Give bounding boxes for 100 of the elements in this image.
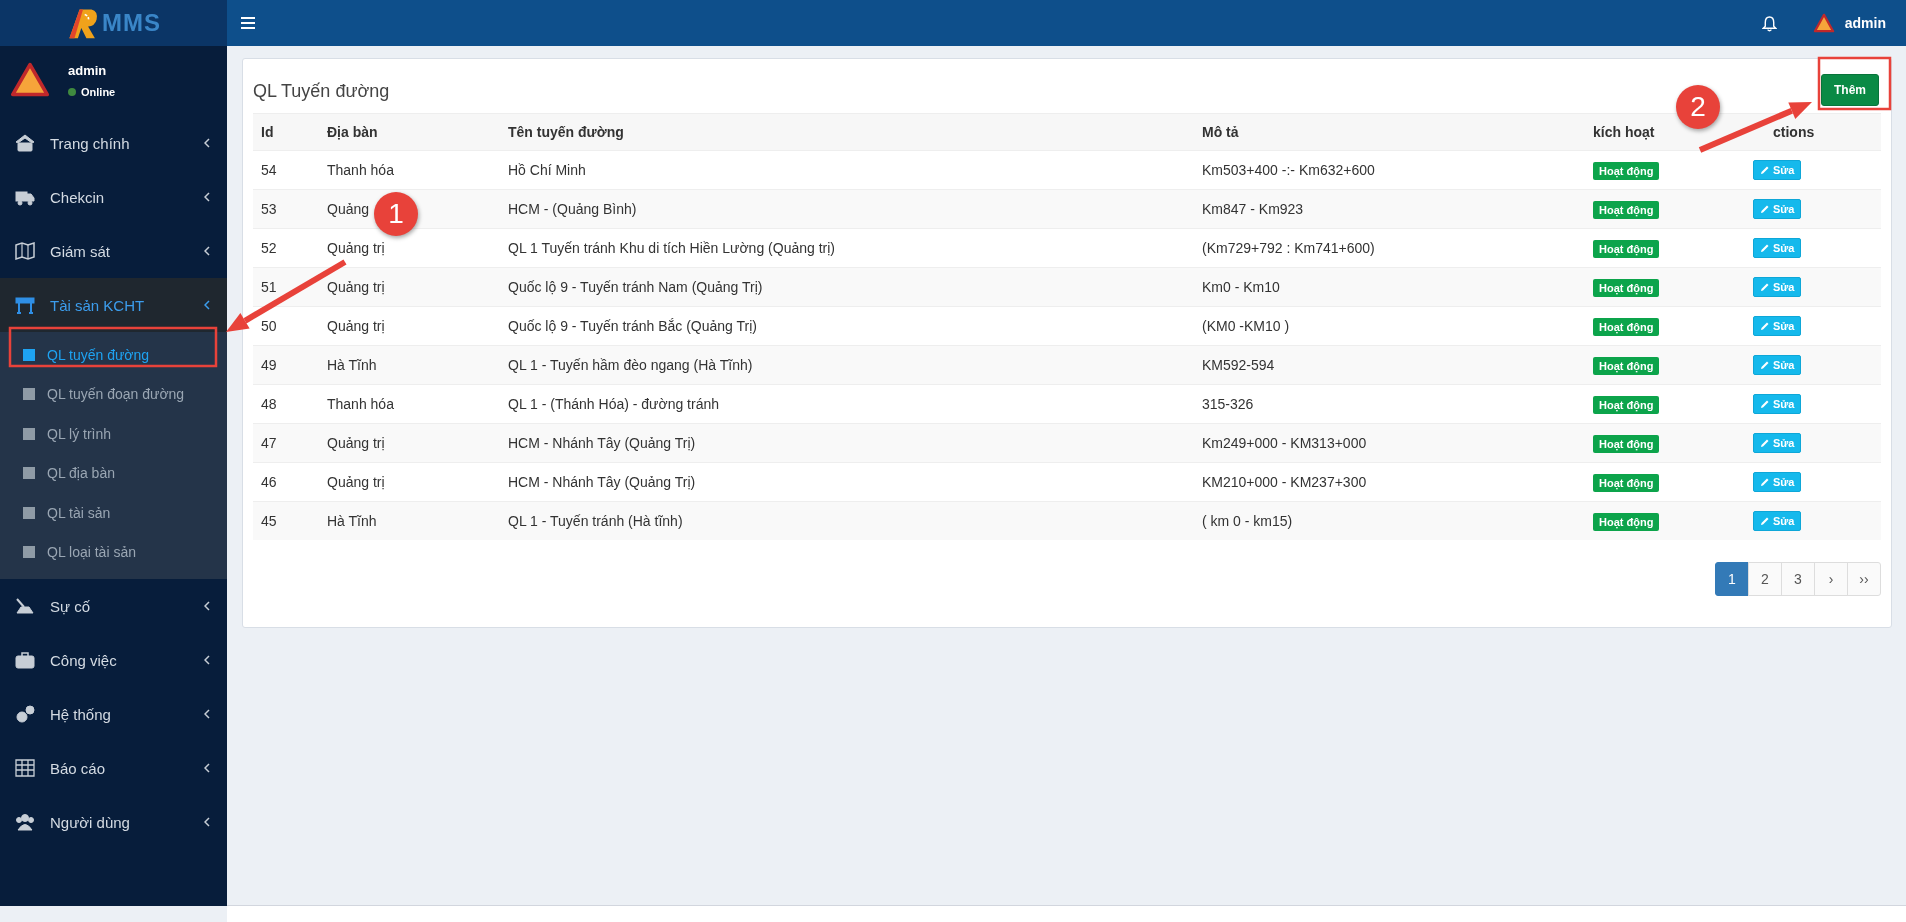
chevron-icon (204, 817, 210, 827)
table-cell: Quảng trị (319, 306, 500, 346)
table-cell: Hà Tĩnh (319, 501, 500, 540)
table-cell: KM210+000 - KM237+300 (1194, 462, 1585, 502)
page-title: QL Tuyến đường (253, 79, 390, 102)
table-cell: HCM - Nhánh Tây (Quảng Trị) (500, 423, 1194, 463)
avatar-icon[interactable] (1812, 13, 1835, 33)
menu-item[interactable]: Tài sản KCHT (0, 278, 227, 332)
table-cell: (Km729+792 : Km741+600) (1194, 228, 1585, 268)
table-cell: Km847 - Km923 (1194, 189, 1585, 229)
map-icon (15, 242, 35, 260)
table-cell: Hồ Chí Minh (500, 150, 1194, 190)
table-cell: 47 (253, 423, 319, 463)
menu-item[interactable]: Trang chính (0, 116, 227, 170)
table-cell: 48 (253, 384, 319, 424)
status-dot (68, 87, 76, 96)
menu-item[interactable]: Công việc (0, 633, 227, 687)
page-button[interactable]: 3 (1781, 562, 1815, 596)
pencil-icon (1760, 477, 1770, 487)
table-cell: 52 (253, 228, 319, 268)
table-cell: QL 1 - (Thánh Hóa) - đường tránh (500, 384, 1194, 424)
briefcase-icon (15, 651, 35, 669)
submenu-item[interactable]: QL tuyến đường (0, 335, 227, 375)
truck-icon (15, 188, 35, 206)
status-badge: Hoạt động (1593, 318, 1660, 336)
table-cell: 53 (253, 189, 319, 229)
page-button[interactable]: ›› (1847, 562, 1881, 596)
users-icon (15, 813, 35, 831)
table-cell: Thanh hóa (319, 384, 500, 424)
status-badge: Hoạt động (1593, 513, 1660, 531)
chevron-icon (204, 300, 210, 310)
barrier-icon (15, 296, 35, 314)
chevron-icon (204, 655, 210, 665)
menu-item[interactable]: Hệ thống (0, 687, 227, 741)
table-cell: 315-326 (1194, 384, 1585, 424)
pencil-icon (1760, 243, 1770, 253)
add-button[interactable]: Thêm (1821, 74, 1879, 106)
column-header: Tên tuyến đường (500, 113, 1194, 151)
menu-item[interactable]: Sự cố (0, 579, 227, 633)
table-cell: QL 1 - Tuyến tránh (Hà tĩnh) (500, 501, 1194, 540)
table-cell: 45 (253, 501, 319, 540)
menu-item[interactable]: Người dùng (0, 795, 227, 849)
submenu-item[interactable]: QL tài sản (0, 493, 227, 533)
table-cell: Quốc lộ 9 - Tuyến tránh Nam (Quảng Trị) (500, 267, 1194, 307)
status-badge: Hoạt động (1593, 357, 1660, 375)
table-cell: 54 (253, 150, 319, 190)
bell-icon[interactable] (1761, 14, 1777, 32)
column-header: ctions (1745, 113, 1881, 151)
table-cell: Quảng trị (319, 423, 500, 463)
table-cell: Quảng trị (319, 462, 500, 502)
status-badge: Hoạt động (1593, 201, 1660, 219)
status-badge: Hoạt động (1593, 240, 1660, 258)
page-button[interactable]: 2 (1748, 562, 1782, 596)
avatar-icon (10, 61, 50, 99)
pencil-icon (1760, 360, 1770, 370)
pencil-icon (1760, 399, 1770, 409)
table-cell: Hà Tĩnh (319, 345, 500, 385)
table-cell: QL 1 Tuyến tránh Khu di tích Hiền Lường (Quảng trị) (500, 228, 1194, 268)
chevron-icon (204, 138, 210, 148)
logo-text: MMS (102, 9, 161, 37)
table-cell: ( km 0 - km15) (1194, 501, 1585, 540)
menu-item[interactable]: Báo cáo (0, 741, 227, 795)
menu-item[interactable]: Giám sát (0, 224, 227, 278)
user-name: admin (68, 62, 108, 78)
pencil-icon (1760, 321, 1770, 331)
table-cell: 49 (253, 345, 319, 385)
status-label: Online (81, 85, 116, 98)
table-cell: QL 1 - Tuyến hầm đèo ngang (Hà Tĩnh) (500, 345, 1194, 385)
user-name[interactable]: admin (1844, 15, 1886, 31)
page-button[interactable]: 1 (1715, 562, 1749, 596)
status-badge: Hoạt động (1593, 396, 1660, 414)
table-cell: HCM - (Quảng Bình) (500, 189, 1194, 229)
table-cell: Quốc lộ 9 - Tuyến tránh Bắc (Quảng Trị) (500, 306, 1194, 346)
table-cell: Km503+400 -:- Km632+600 (1194, 150, 1585, 190)
table-cell: Km0 - Km10 (1194, 267, 1585, 307)
submenu-item[interactable]: QL tuyến đoạn đường (0, 374, 227, 414)
status-badge: Hoạt động (1593, 162, 1660, 180)
chevron-icon (204, 246, 210, 256)
table-cell: Thanh hóa (319, 150, 500, 190)
submenu-item[interactable]: QL lý trình (0, 414, 227, 454)
table-cell: (KM0 -KM10 ) (1194, 306, 1585, 346)
status-badge: Hoạt động (1593, 279, 1660, 297)
menu-icon[interactable] (241, 17, 255, 29)
submenu-item[interactable]: QL địa bàn (0, 453, 227, 493)
chevron-icon (204, 192, 210, 202)
table-cell: KM592-594 (1194, 345, 1585, 385)
page-button[interactable]: › (1814, 562, 1848, 596)
table-cell: 46 (253, 462, 319, 502)
menu-item[interactable]: Chekcin (0, 170, 227, 224)
pencil-icon (1760, 165, 1770, 175)
shovel-icon (15, 597, 35, 615)
status-badge: Hoạt động (1593, 474, 1660, 492)
submenu-item[interactable]: QL loại tài sản (0, 532, 227, 572)
pencil-icon (1760, 438, 1770, 448)
status-badge: Hoạt động (1593, 435, 1660, 453)
home-icon (15, 134, 35, 152)
table-cell: Km249+000 - KM313+000 (1194, 423, 1585, 463)
pencil-icon (1760, 204, 1770, 214)
chevron-icon (204, 709, 210, 719)
chevron-icon (204, 601, 210, 611)
